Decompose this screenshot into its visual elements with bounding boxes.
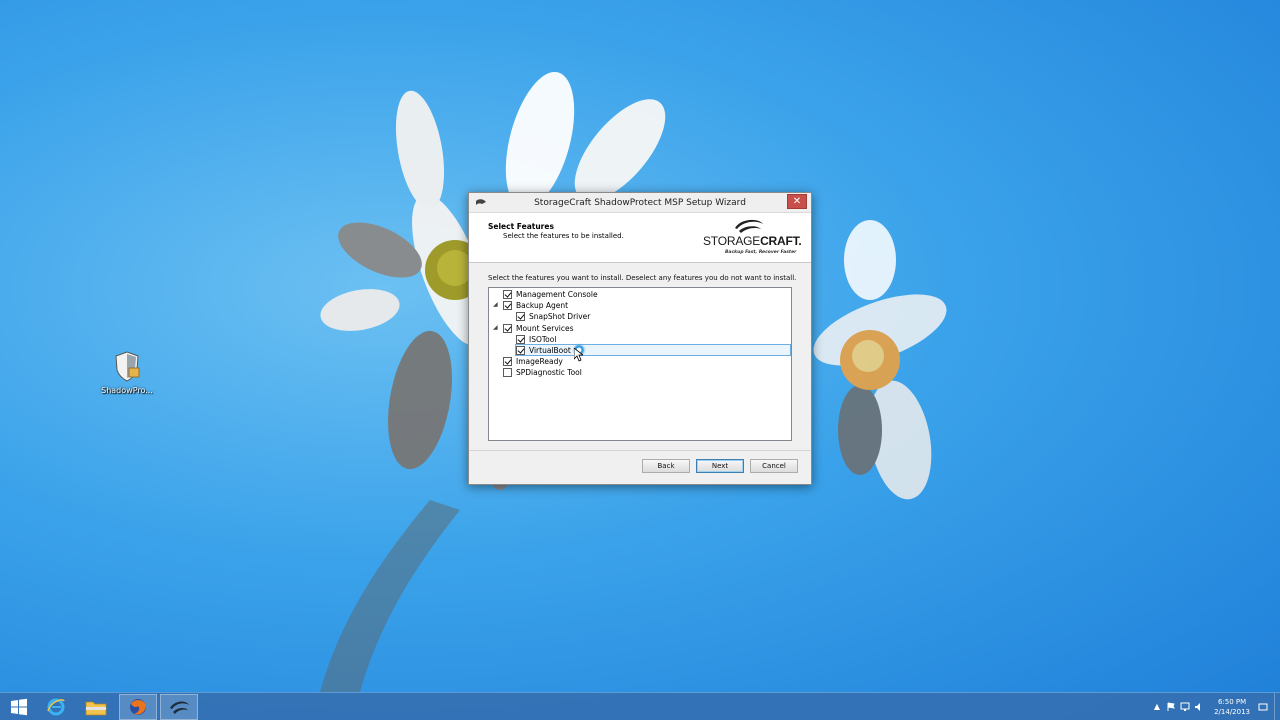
feature-checkbox[interactable]	[503, 357, 512, 366]
taskbar: ▲ 6:50 PM 2/14/2013	[0, 692, 1280, 720]
dialog-titlebar[interactable]: StorageCraft ShadowProtect MSP Setup Wiz…	[469, 193, 811, 213]
volume-icon[interactable]	[1194, 702, 1204, 712]
taskbar-internet-explorer[interactable]	[37, 694, 75, 720]
feature-checkbox[interactable]	[516, 312, 525, 321]
feature-label: ImageReady	[516, 357, 563, 366]
notification-icon[interactable]	[1258, 702, 1268, 712]
storagecraft-setup-icon	[170, 701, 189, 714]
system-tray: ▲ 6:50 PM 2/14/2013	[1150, 693, 1280, 720]
close-button[interactable]: ✕	[787, 194, 807, 209]
feature-checkbox[interactable]	[516, 345, 525, 355]
taskbar-firefox[interactable]	[119, 694, 157, 720]
page-title: Select Features	[488, 222, 554, 231]
feature-checkbox[interactable]	[503, 290, 512, 299]
start-icon	[11, 698, 27, 716]
feature-item-spdiagnostic-tool[interactable]: SPDiagnostic Tool	[503, 367, 582, 378]
taskbar-storagecraft-setup[interactable]	[160, 694, 198, 720]
clock[interactable]: 6:50 PM 2/14/2013	[1214, 697, 1250, 717]
feature-label: Backup Agent	[516, 301, 569, 310]
back-button[interactable]: Back	[642, 459, 690, 473]
feature-item-backup-agent[interactable]: Backup Agent	[503, 300, 568, 311]
file-explorer-icon	[85, 701, 107, 716]
instruction-text: Select the features you want to install.…	[488, 274, 797, 282]
feature-checkbox[interactable]	[503, 368, 512, 377]
feature-item-mount-services[interactable]: Mount Services	[503, 323, 574, 334]
start-button[interactable]	[0, 694, 38, 720]
feature-tree[interactable]: Management Console ◢ Backup Agent SnapSh…	[488, 287, 792, 441]
cancel-button[interactable]: Cancel	[750, 459, 798, 473]
footer-divider	[469, 450, 811, 451]
feature-label: VirtualBoot	[529, 345, 571, 355]
feature-item-snapshot-driver[interactable]: SnapShot Driver	[516, 311, 590, 322]
network-icon[interactable]	[1180, 702, 1190, 712]
collapse-arrow-icon[interactable]: ◢	[493, 301, 500, 308]
tray-chevron-icon[interactable]: ▲	[1152, 702, 1162, 712]
feature-label: Mount Services	[516, 324, 574, 333]
feature-checkbox[interactable]	[503, 324, 512, 333]
feature-label: Management Console	[516, 290, 598, 299]
taskbar-file-explorer[interactable]	[77, 694, 115, 720]
setup-wizard-dialog: StorageCraft ShadowProtect MSP Setup Wiz…	[468, 192, 812, 485]
dialog-title: StorageCraft ShadowProtect MSP Setup Wiz…	[534, 198, 746, 208]
clock-date: 2/14/2013	[1214, 708, 1250, 716]
next-button[interactable]: Next	[696, 459, 744, 473]
feature-item-imageready[interactable]: ImageReady	[503, 356, 563, 367]
storagecraft-swoosh-icon	[735, 219, 763, 233]
feature-checkbox[interactable]	[503, 301, 512, 310]
feature-label: SnapShot Driver	[529, 312, 591, 321]
action-center-flag-icon[interactable]	[1166, 702, 1176, 712]
storagecraft-logo: STORAGECRAFT. Backup Fast, Recover Faste…	[699, 216, 803, 260]
logo-tagline: Backup Fast, Recover Faster	[725, 250, 797, 255]
desktop-icon-label: ShadowPro...	[101, 386, 153, 395]
collapse-arrow-icon[interactable]: ◢	[493, 324, 500, 331]
feature-label: SPDiagnostic Tool	[516, 368, 582, 377]
show-desktop-button[interactable]	[1274, 693, 1280, 720]
logo-wordmark: STORAGECRAFT.	[703, 234, 802, 248]
feature-checkbox[interactable]	[516, 335, 525, 344]
mouse-pointer-icon	[574, 348, 583, 362]
page-subtitle: Select the features to be installed.	[503, 232, 624, 240]
clock-time: 6:50 PM	[1217, 698, 1247, 706]
desktop-icon-shadowprotect[interactable]: ShadowPro...	[100, 350, 154, 395]
wizard-header: Select Features Select the features to b…	[469, 213, 811, 263]
feature-item-management-console[interactable]: Management Console	[503, 289, 598, 300]
feature-item-virtualboot[interactable]: VirtualBoot	[515, 344, 791, 356]
shadowprotect-installer-icon	[115, 351, 140, 382]
internet-explorer-icon	[47, 698, 65, 716]
feature-label: ISOTool	[529, 335, 557, 344]
firefox-icon	[130, 699, 146, 715]
